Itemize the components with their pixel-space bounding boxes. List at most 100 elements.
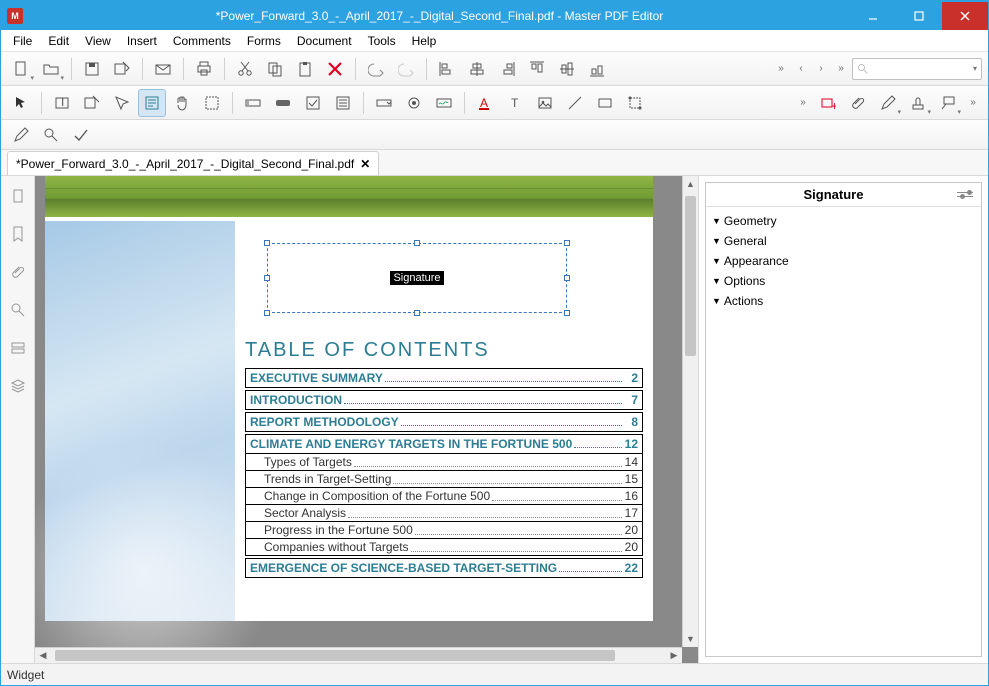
panel-settings-icon[interactable] (955, 192, 975, 197)
edit-document-tool[interactable] (138, 89, 166, 117)
zoom-small-tool[interactable] (37, 121, 65, 149)
search-box[interactable]: ▾ (852, 58, 982, 80)
highlight-tool[interactable]: A (471, 89, 499, 117)
listbox-field-tool[interactable] (329, 89, 357, 117)
resize-handle-s[interactable] (414, 310, 420, 316)
align-top-button[interactable] (523, 55, 551, 83)
chevron-down-icon: ▼ (712, 256, 721, 266)
document-tabs: *Power_Forward_3.0_-_April_2017_-_Digita… (1, 150, 988, 176)
menu-comments[interactable]: Comments (165, 32, 239, 50)
check-small-tool[interactable] (67, 121, 95, 149)
button-field-tool[interactable] (269, 89, 297, 117)
document-tab[interactable]: *Power_Forward_3.0_-_April_2017_-_Digita… (7, 151, 379, 175)
edit-object-tool[interactable] (78, 89, 106, 117)
resize-handle-se[interactable] (564, 310, 570, 316)
align-bottom-button[interactable] (583, 55, 611, 83)
vertical-scrollbar[interactable]: ▲▼ (682, 176, 698, 647)
menu-file[interactable]: File (5, 32, 40, 50)
new-button[interactable]: ▾ (7, 55, 35, 83)
align-center-h-button[interactable] (463, 55, 491, 83)
menu-tools[interactable]: Tools (360, 32, 404, 50)
toolbar-overflow-2[interactable]: » (832, 63, 850, 74)
resize-handle-n[interactable] (414, 240, 420, 246)
align-center-v-button[interactable] (553, 55, 581, 83)
document-tab-close-icon[interactable]: ✕ (360, 157, 370, 171)
section-options[interactable]: ▼Options (708, 271, 979, 291)
panel-title: Signature (712, 187, 955, 202)
close-button[interactable] (942, 2, 988, 30)
maximize-button[interactable] (896, 2, 942, 30)
save-button[interactable] (78, 55, 106, 83)
undo-button[interactable] (362, 55, 390, 83)
attachment-tool[interactable] (844, 89, 872, 117)
toolbar-overflow-1[interactable]: » (772, 63, 790, 74)
next-button[interactable]: › (812, 63, 830, 74)
print-button[interactable] (190, 55, 218, 83)
rect-tool[interactable] (591, 89, 619, 117)
align-right-button[interactable] (493, 55, 521, 83)
menu-forms[interactable]: Forms (239, 32, 289, 50)
save-as-button[interactable] (108, 55, 136, 83)
combobox-field-tool[interactable] (370, 89, 398, 117)
paste-button[interactable] (291, 55, 319, 83)
redo-button[interactable] (392, 55, 420, 83)
menu-insert[interactable]: Insert (119, 32, 165, 50)
copy-button[interactable] (261, 55, 289, 83)
attachments-panel-icon[interactable] (6, 260, 30, 284)
pencil-small-tool[interactable] (7, 121, 35, 149)
search-panel-icon[interactable] (6, 298, 30, 322)
resize-handle-nw[interactable] (264, 240, 270, 246)
select-tool[interactable] (7, 89, 35, 117)
fields-panel-icon[interactable] (6, 336, 30, 360)
radio-field-tool[interactable] (400, 89, 428, 117)
annotation-rect-tool[interactable]: + (814, 89, 842, 117)
text-field-tool[interactable] (239, 89, 267, 117)
toolbar2-overflow-1[interactable]: » (794, 97, 812, 108)
resize-handle-sw[interactable] (264, 310, 270, 316)
section-appearance[interactable]: ▼Appearance (708, 251, 979, 271)
menu-view[interactable]: View (77, 32, 119, 50)
open-button[interactable]: ▾ (37, 55, 65, 83)
line-tool[interactable] (561, 89, 589, 117)
email-button[interactable] (149, 55, 177, 83)
stamp-tool[interactable]: ▾ (904, 89, 932, 117)
hand-tool[interactable] (168, 89, 196, 117)
toolbar2-overflow-2[interactable]: » (964, 97, 982, 108)
edit-text-tool[interactable]: T (48, 89, 76, 117)
select-text-tool[interactable] (198, 89, 226, 117)
signature-field[interactable]: Signature (267, 243, 567, 313)
bookmarks-panel-icon[interactable] (6, 222, 30, 246)
chevron-down-icon: ▼ (712, 236, 721, 246)
callout-tool[interactable]: ▾ (934, 89, 962, 117)
left-sidebar (1, 176, 35, 663)
edit-form-tool[interactable] (108, 89, 136, 117)
align-left-button[interactable] (433, 55, 461, 83)
horizontal-scrollbar[interactable]: ◀▶ (35, 647, 682, 663)
resize-handle-e[interactable] (564, 275, 570, 281)
section-actions[interactable]: ▼Actions (708, 291, 979, 311)
crop-tool[interactable] (621, 89, 649, 117)
pages-panel-icon[interactable] (6, 184, 30, 208)
menu-edit[interactable]: Edit (40, 32, 77, 50)
image-tool[interactable] (531, 89, 559, 117)
section-general[interactable]: ▼General (708, 231, 979, 251)
delete-button[interactable] (321, 55, 349, 83)
checkbox-field-tool[interactable] (299, 89, 327, 117)
menu-document[interactable]: Document (289, 32, 360, 50)
resize-handle-ne[interactable] (564, 240, 570, 246)
layers-panel-icon[interactable] (6, 374, 30, 398)
prev-button[interactable]: ‹ (792, 63, 810, 74)
resize-handle-w[interactable] (264, 275, 270, 281)
menu-help[interactable]: Help (404, 32, 445, 50)
properties-panel: Signature ▼Geometry ▼General ▼Appearance… (698, 176, 988, 663)
typewriter-tool[interactable]: T (501, 89, 529, 117)
document-viewport: Signature TABLE (35, 176, 698, 663)
minimize-button[interactable] (850, 2, 896, 30)
menubar: File Edit View Insert Comments Forms Doc… (1, 30, 988, 52)
document-canvas[interactable]: Signature TABLE (35, 176, 682, 647)
pencil-tool[interactable]: ▾ (874, 89, 902, 117)
section-geometry[interactable]: ▼Geometry (708, 211, 979, 231)
statusbar: Widget (1, 663, 988, 685)
cut-button[interactable] (231, 55, 259, 83)
signature-field-tool[interactable] (430, 89, 458, 117)
